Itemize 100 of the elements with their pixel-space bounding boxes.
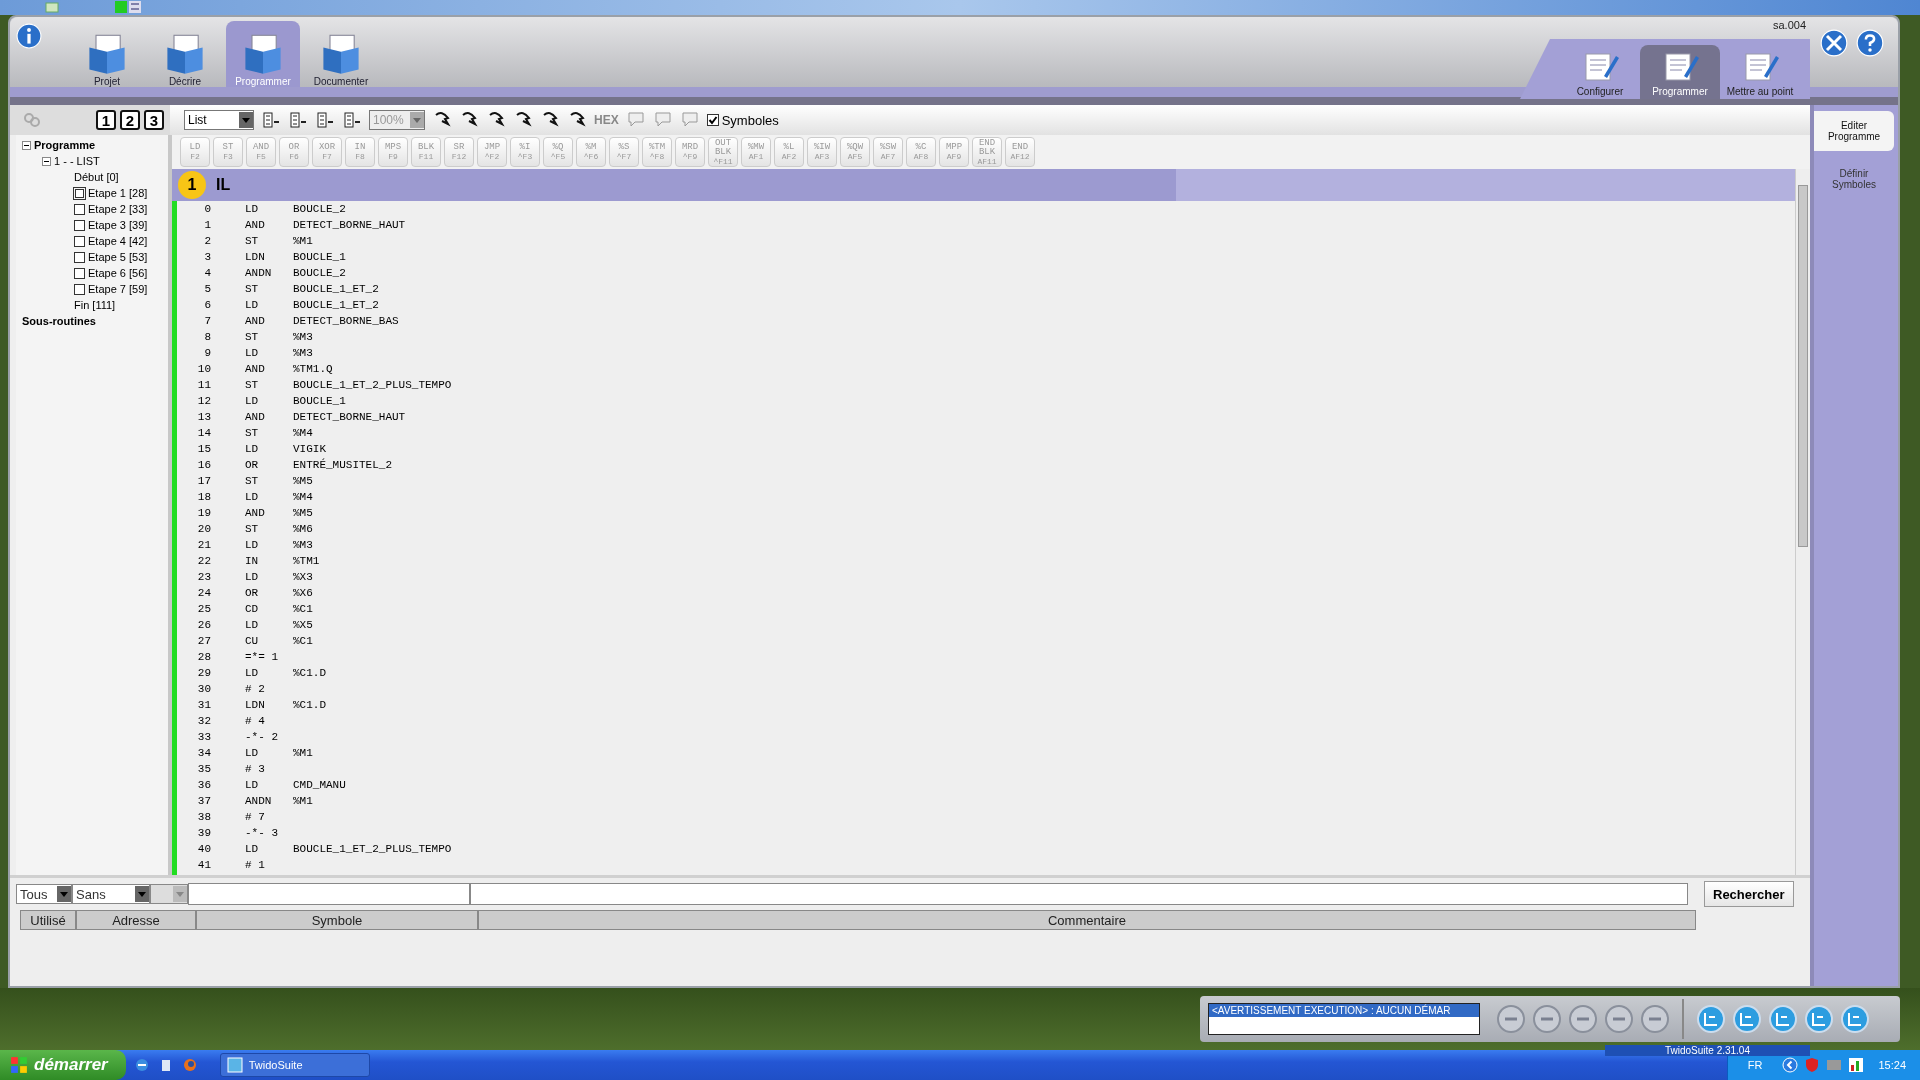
column-header[interactable]: Commentaire [478, 910, 1696, 930]
instruction-key[interactable]: MPS F9 [378, 137, 408, 167]
tools-icon[interactable] [1820, 29, 1848, 57]
column-header[interactable]: Adresse [76, 910, 196, 930]
hex-button[interactable]: HEX [594, 113, 619, 127]
search-button[interactable]: Rechercher [1704, 881, 1794, 907]
instruction-key[interactable]: %QW AF5 [840, 137, 870, 167]
step-box-icon[interactable] [75, 188, 84, 198]
column-header[interactable]: Symbole [196, 910, 478, 930]
filter-select[interactable]: Sans [72, 884, 150, 904]
view-button[interactable]: 1 [96, 110, 116, 130]
chevron-left-icon[interactable] [1782, 1057, 1799, 1073]
instruction-key[interactable]: %M ^F6 [576, 137, 606, 167]
language-select[interactable]: List [184, 110, 254, 130]
tree-item[interactable]: 1 - - LIST [54, 155, 100, 167]
instruction-key[interactable]: SR F12 [444, 137, 474, 167]
main-tab[interactable]: Programmer [226, 21, 300, 87]
instruction-key[interactable]: %MW AF1 [741, 137, 771, 167]
column-header[interactable]: Utilisé [20, 910, 76, 930]
view-button[interactable]: 2 [120, 110, 140, 130]
step-box-icon[interactable] [74, 219, 85, 231]
view-button[interactable]: 3 [144, 110, 164, 130]
start-button[interactable]: démarrer [0, 1050, 126, 1080]
zoom-select[interactable]: 100% [369, 110, 425, 130]
taskbar-task[interactable]: TwidoSuite [219, 1053, 370, 1077]
tree-item[interactable]: Sous-routines [22, 315, 96, 327]
instruction: LD [245, 443, 260, 455]
tree-item[interactable]: Etape 1 [28] [88, 187, 148, 199]
main-tab[interactable]: Projet [70, 21, 144, 87]
collapse-icon[interactable] [42, 156, 51, 166]
instruction: AND [245, 411, 266, 423]
instruction: IN [245, 555, 260, 567]
operand: ENTRÉ_MUSITEL_2 [293, 459, 393, 471]
info-icon[interactable] [16, 23, 42, 49]
instruction-key[interactable]: %C AF8 [906, 137, 936, 167]
instruction-key[interactable]: END AF12 [1005, 137, 1035, 167]
tree-item[interactable]: Etape 5 [53] [88, 251, 148, 263]
instruction-key[interactable]: MRD ^F9 [675, 137, 705, 167]
help-icon[interactable] [1856, 29, 1884, 57]
step-box-icon[interactable] [74, 283, 85, 295]
tree-item[interactable]: Etape 2 [33] [88, 203, 148, 215]
comment-search-field[interactable] [470, 883, 1688, 905]
instruction: LDN [245, 699, 266, 711]
instruction: ANDN [245, 267, 273, 279]
instruction-key[interactable]: %L AF2 [774, 137, 804, 167]
instruction-key[interactable]: %SW AF7 [873, 137, 903, 167]
instruction-key[interactable]: %TM ^F8 [642, 137, 672, 167]
tree-item[interactable]: Etape 6 [56] [88, 267, 148, 279]
instruction-key[interactable]: ST F3 [213, 137, 243, 167]
filter-select[interactable]: Tous [16, 884, 72, 904]
instruction-key[interactable]: MPP AF9 [939, 137, 969, 167]
tree-item[interactable]: Etape 3 [39] [88, 219, 148, 231]
instruction-key[interactable]: XOR F7 [312, 137, 342, 167]
sub-tab[interactable]: Configurer [1560, 45, 1640, 99]
line-number: 19 [196, 507, 211, 519]
step-box-icon[interactable] [74, 235, 85, 247]
tree-item[interactable]: Début [0] [74, 171, 119, 183]
instruction-key[interactable]: OUT BLK ^F11 [708, 137, 738, 167]
message-field[interactable]: <AVERTISSEMENT EXECUTION> : AUCUN DÉMAR [1208, 1003, 1480, 1035]
line-number: 32 [196, 715, 211, 727]
sub-tab[interactable]: Programmer [1640, 45, 1720, 99]
instruction-key[interactable]: %Q ^F5 [543, 137, 573, 167]
filter-select[interactable] [150, 884, 188, 904]
instruction-key[interactable]: IN F8 [345, 137, 375, 167]
tree-item[interactable]: Etape 7 [59] [88, 283, 148, 295]
sub-tab[interactable]: Mettre au point [1720, 45, 1800, 99]
firefox-icon[interactable] [181, 1057, 198, 1073]
main-tab[interactable]: Décrire [148, 21, 222, 87]
instruction: CU [245, 635, 260, 647]
chart-icon[interactable] [1848, 1057, 1865, 1073]
collapse-icon[interactable] [22, 140, 31, 150]
ladder-icon[interactable] [115, 1, 143, 13]
main-tab[interactable]: Documenter [304, 21, 378, 87]
step-box-icon[interactable] [74, 267, 85, 279]
tree-item[interactable]: Fin [111] [74, 299, 116, 311]
instruction-key[interactable]: JMP ^F2 [477, 137, 507, 167]
vertical-scrollbar[interactable] [1795, 169, 1810, 875]
instruction-key[interactable]: %S ^F7 [609, 137, 639, 167]
line-number: 6 [203, 299, 211, 311]
step-box-icon[interactable] [74, 251, 85, 263]
instruction: OR [245, 587, 260, 599]
language-indicator[interactable]: FR [1747, 1059, 1763, 1071]
tree-item[interactable]: Etape 4 [42] [88, 235, 148, 247]
side-tab[interactable]: Définir Symboles [1814, 159, 1894, 199]
symbol-search-field[interactable] [188, 883, 470, 905]
line-number: 2 [203, 235, 211, 247]
instruction: # 2 [245, 683, 266, 695]
windows-logo-icon [10, 1056, 28, 1074]
instruction-key[interactable]: AND F5 [246, 137, 276, 167]
side-tab[interactable]: Editer Programme [1814, 111, 1894, 151]
instruction-key[interactable]: BLK F11 [411, 137, 441, 167]
tree-item[interactable]: Programme [34, 139, 96, 151]
step-box-icon[interactable] [74, 203, 85, 215]
symbols-checkbox[interactable]: Symboles [706, 112, 779, 128]
instruction-key[interactable]: OR F6 [279, 137, 309, 167]
instruction-key[interactable]: %I ^F3 [510, 137, 540, 167]
line-number: 25 [196, 603, 211, 615]
instruction-key[interactable]: LD F2 [180, 137, 210, 167]
instruction-key[interactable]: %IW AF3 [807, 137, 837, 167]
instruction-key[interactable]: END BLK AF11 [972, 137, 1002, 167]
